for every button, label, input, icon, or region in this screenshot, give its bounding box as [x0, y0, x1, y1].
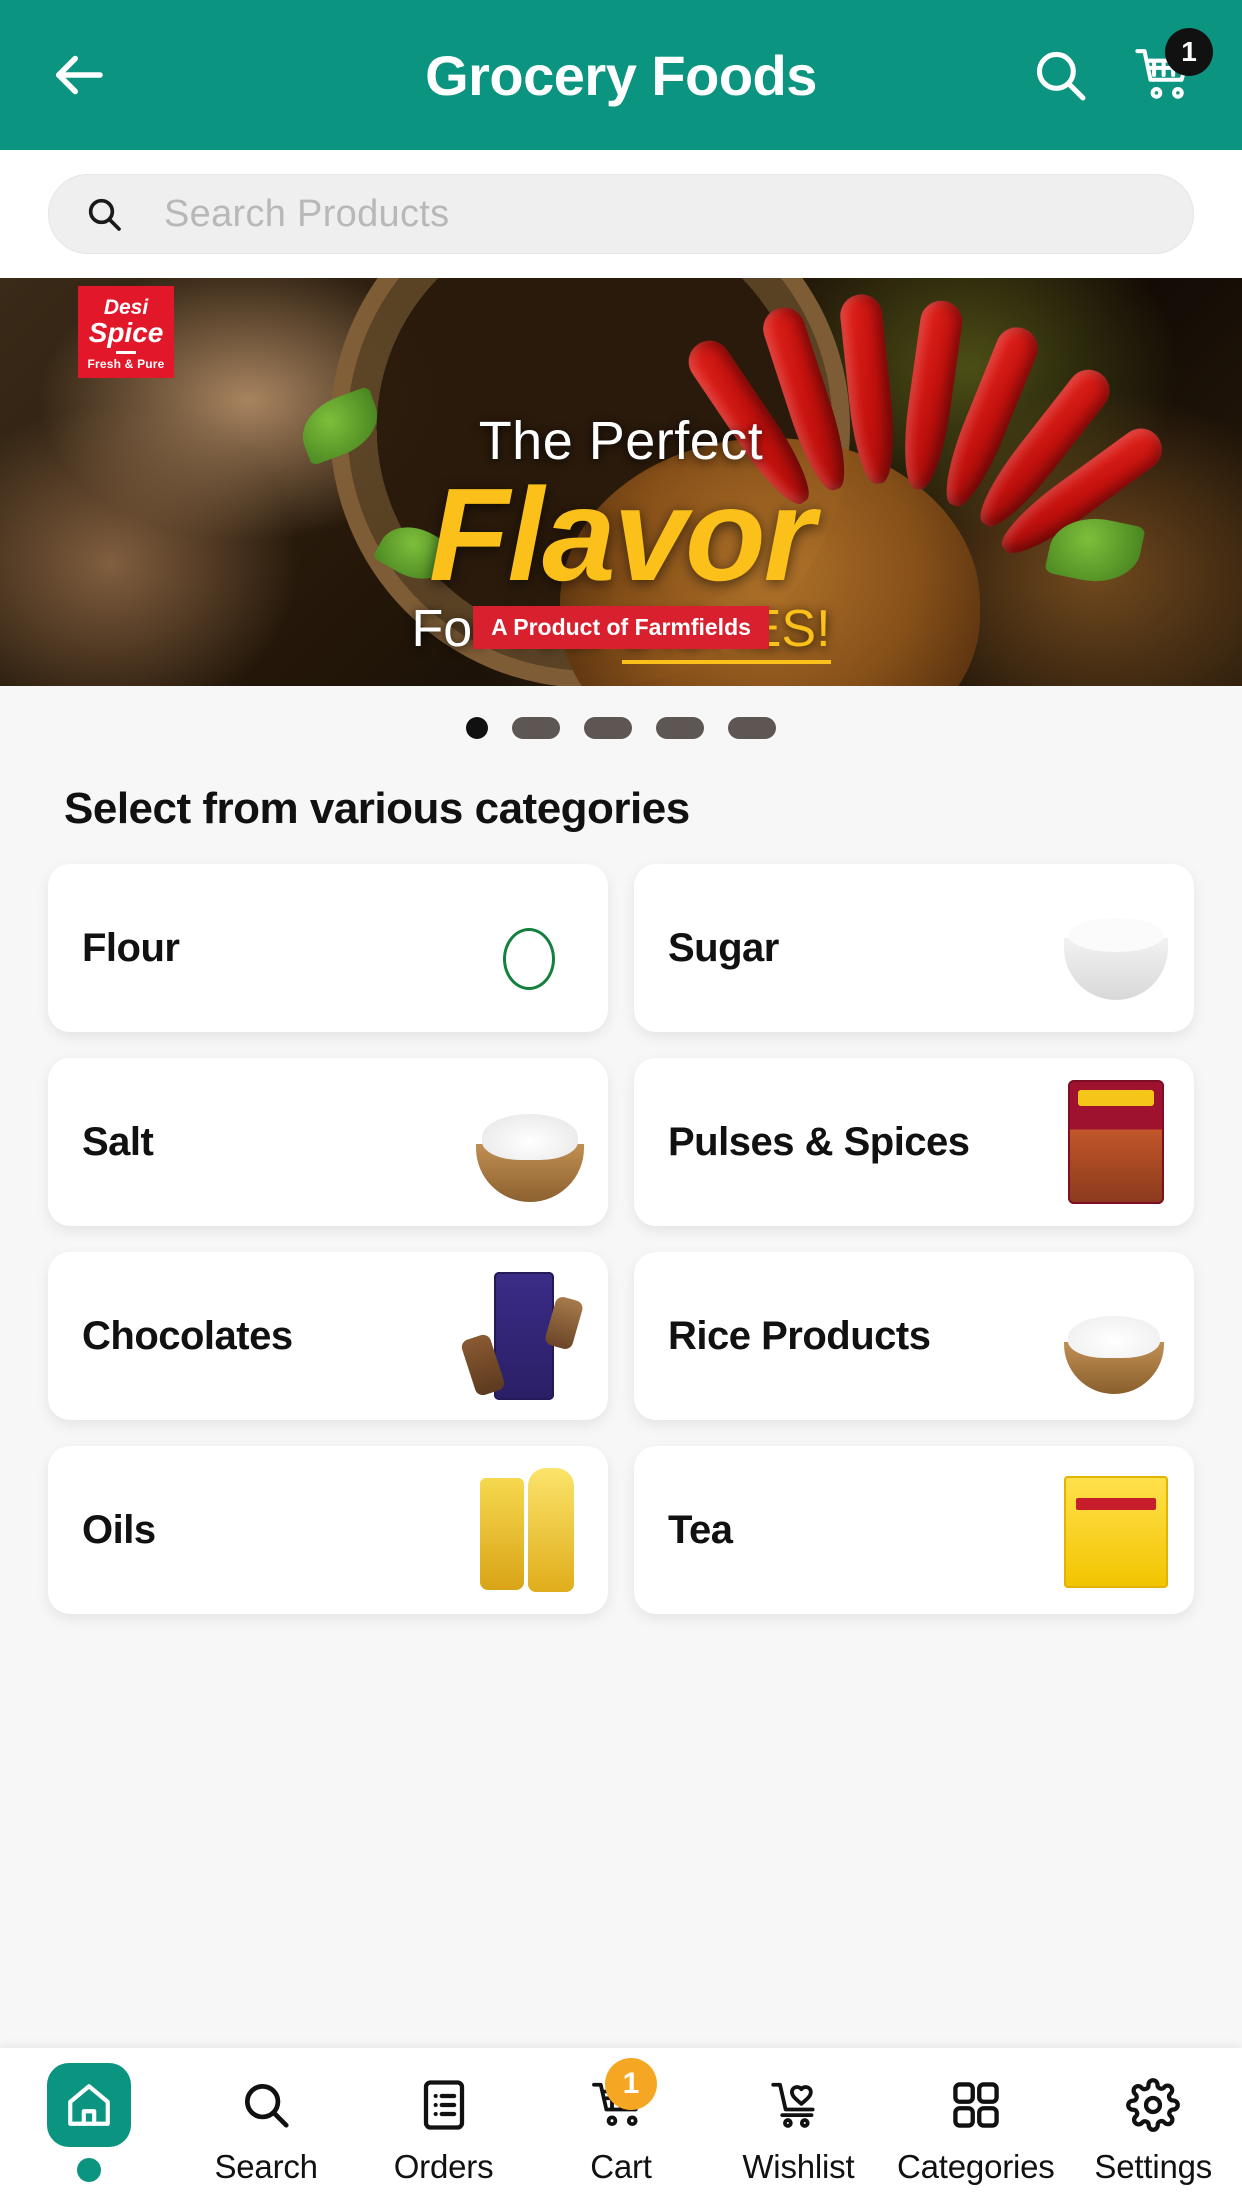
- oil-bottles-image: [464, 1460, 594, 1600]
- cart-icon-wrap: 1: [591, 2058, 657, 2144]
- promo-banner[interactable]: Desi Spice Fresh & Pure The Perfect Flav…: [0, 278, 1242, 686]
- brand-logo-line2: Spice: [88, 317, 164, 348]
- category-label: Tea: [668, 1507, 733, 1552]
- category-card-salt[interactable]: Salt: [48, 1058, 608, 1226]
- category-card-rice-products[interactable]: Rice Products: [634, 1252, 1194, 1420]
- home-icon-wrap: [46, 2063, 131, 2147]
- home-icon: [46, 2063, 131, 2147]
- orders-list-icon: [419, 2066, 469, 2144]
- nav-item-settings[interactable]: Settings: [1065, 2066, 1242, 2186]
- category-card-oils[interactable]: Oils: [48, 1446, 608, 1614]
- cart-count-badge: 1: [604, 2058, 657, 2110]
- rice-bowl-image: [1050, 1266, 1180, 1406]
- category-label: Sugar: [668, 925, 779, 970]
- carousel-dot-5[interactable]: [728, 717, 776, 739]
- sugar-bowl-image: [1050, 878, 1180, 1018]
- search-icon: [1031, 46, 1089, 104]
- search-placeholder-text: Search Products: [164, 192, 450, 235]
- category-card-flour[interactable]: Flour: [48, 864, 608, 1032]
- nav-label: Orders: [393, 2148, 494, 2185]
- category-card-chocolates[interactable]: Chocolates: [48, 1252, 608, 1420]
- category-card-sugar[interactable]: Sugar: [634, 864, 1194, 1032]
- search-icon: [84, 194, 124, 234]
- arrow-left-icon: [45, 42, 111, 108]
- chocolate-bar-image: [464, 1266, 594, 1406]
- categories-grid: Flour Sugar Salt Pulses & Spices Chocola…: [48, 864, 1194, 1614]
- nav-item-categories[interactable]: Categories: [887, 2066, 1064, 2186]
- brand-logo: Desi Spice Fresh & Pure: [78, 286, 174, 378]
- nav-item-home[interactable]: [0, 2063, 177, 2182]
- grid-icon: [950, 2066, 1002, 2144]
- header-cart-button[interactable]: 1: [1135, 28, 1213, 104]
- spice-packet-image: [1050, 1072, 1180, 1212]
- app-header: Grocery Foods 1: [0, 0, 1242, 150]
- carousel-dot-3[interactable]: [584, 717, 632, 739]
- tea-pack-image: [1050, 1460, 1180, 1600]
- nav-label: Cart: [590, 2148, 652, 2185]
- search-section: Search Products: [0, 150, 1242, 278]
- category-label: Chocolates: [82, 1313, 293, 1358]
- back-button[interactable]: [45, 42, 111, 108]
- banner-product-tag: A Product of Farmfields: [473, 606, 769, 649]
- search-icon: [239, 2066, 293, 2144]
- gear-icon: [1126, 2066, 1181, 2144]
- category-label: Rice Products: [668, 1313, 931, 1358]
- cart-heart-icon: [768, 2066, 828, 2144]
- nav-item-cart[interactable]: 1 Cart: [532, 2058, 709, 2186]
- nav-label: Search: [214, 2148, 318, 2185]
- bottom-navigation: Search Orders 1 Cart Wishlist Categories…: [0, 2048, 1242, 2208]
- brand-logo-tagline: Fresh & Pure: [87, 357, 165, 371]
- header-actions: 1: [1031, 28, 1213, 104]
- carousel-dot-4[interactable]: [656, 717, 704, 739]
- carousel-dot-2[interactable]: [512, 717, 560, 739]
- nav-label: Categories: [897, 2148, 1055, 2185]
- brand-logo-line1: Desi: [103, 296, 149, 319]
- categories-heading: Select from various categories: [64, 784, 690, 833]
- cart-count-badge: 1: [1165, 28, 1213, 76]
- salt-bowl-image: [464, 1072, 594, 1212]
- category-label: Salt: [82, 1119, 154, 1164]
- flour-bag-image: [464, 878, 594, 1018]
- nav-label: Settings: [1094, 2148, 1213, 2185]
- carousel-indicator: [0, 686, 1242, 770]
- categories-section: Select from various categories Flour Sug…: [0, 770, 1242, 1614]
- category-label: Flour: [82, 925, 180, 970]
- nav-item-search[interactable]: Search: [177, 2066, 354, 2186]
- brand-logo-divider: [116, 351, 136, 354]
- category-label: Pulses & Spices: [668, 1119, 970, 1164]
- category-card-tea[interactable]: Tea: [634, 1446, 1194, 1614]
- header-search-button[interactable]: [1031, 46, 1089, 104]
- nav-label: Wishlist: [742, 2148, 855, 2185]
- nav-item-orders[interactable]: Orders: [355, 2066, 532, 2186]
- nav-active-indicator: [76, 2158, 101, 2182]
- category-card-pulses-spices[interactable]: Pulses & Spices: [634, 1058, 1194, 1226]
- search-input[interactable]: Search Products: [48, 174, 1194, 254]
- nav-item-wishlist[interactable]: Wishlist: [710, 2066, 887, 2186]
- category-label: Oils: [82, 1507, 156, 1552]
- carousel-dot-1[interactable]: [466, 717, 488, 739]
